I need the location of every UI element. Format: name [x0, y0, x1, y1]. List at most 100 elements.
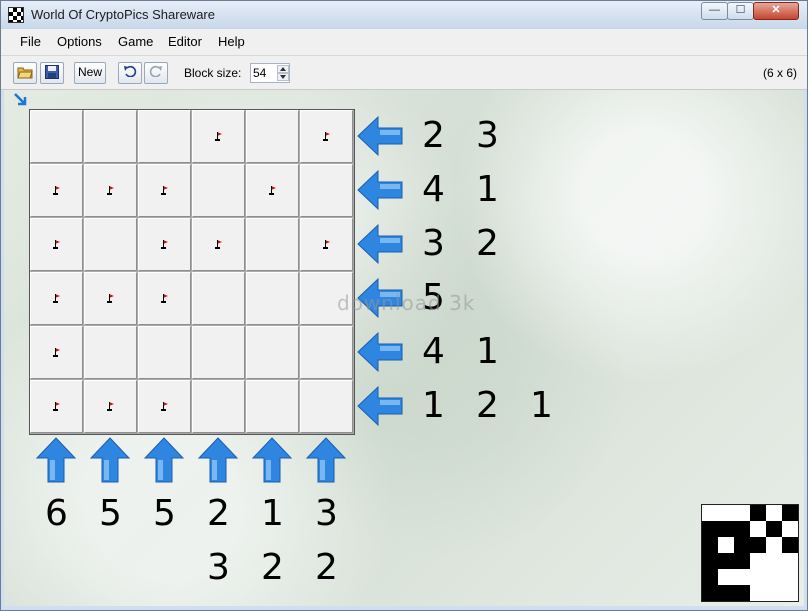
- board-cell[interactable]: [138, 110, 191, 163]
- row-clue: 2: [476, 385, 499, 426]
- save-button[interactable]: [40, 62, 64, 84]
- board-cell[interactable]: [30, 272, 83, 325]
- preview-pixel: [782, 537, 798, 553]
- block-size-stepper[interactable]: [250, 63, 290, 83]
- board-cell[interactable]: [30, 218, 83, 271]
- board-cell[interactable]: [300, 380, 353, 433]
- row-clue: 4: [422, 169, 445, 210]
- flag-icon: [161, 240, 168, 249]
- undo-button[interactable]: [118, 62, 142, 84]
- flag-icon: [161, 402, 168, 411]
- board-cell[interactable]: [138, 218, 191, 271]
- preview-pixel: [718, 553, 734, 569]
- menu-options[interactable]: Options: [57, 34, 102, 49]
- preview-pixel: [718, 521, 734, 537]
- preview-pixel: [766, 521, 782, 537]
- flag-icon: [161, 294, 168, 303]
- row-clue: 1: [476, 331, 499, 372]
- preview-pixel: [718, 585, 734, 601]
- board-cell[interactable]: [192, 272, 245, 325]
- board-cell[interactable]: [300, 164, 353, 217]
- board-cell[interactable]: [30, 110, 83, 163]
- board-cell[interactable]: [246, 110, 299, 163]
- board-cell[interactable]: [192, 110, 245, 163]
- board-cell[interactable]: [246, 164, 299, 217]
- flag-icon: [53, 348, 60, 357]
- spin-up-button[interactable]: [277, 65, 289, 73]
- preview-pixel: [782, 553, 798, 569]
- preview-pixel: [766, 537, 782, 553]
- spin-down-button[interactable]: [277, 73, 289, 81]
- play-area: 234132541121 655231232 download 3k: [4, 90, 804, 606]
- board-cell[interactable]: [192, 326, 245, 379]
- board-cell[interactable]: [30, 380, 83, 433]
- board-cell[interactable]: [192, 218, 245, 271]
- minimize-button[interactable]: —: [701, 2, 728, 20]
- column-arrow-icon: [35, 437, 77, 483]
- watermark: download 3k: [337, 291, 476, 315]
- redo-button[interactable]: [144, 62, 168, 84]
- board-cell[interactable]: [84, 218, 137, 271]
- open-button[interactable]: [13, 62, 37, 84]
- app-icon: [8, 7, 24, 23]
- flag-icon: [53, 186, 60, 195]
- row-clue: 1: [476, 169, 499, 210]
- preview-pixel: [750, 569, 766, 585]
- floppy-disk-icon: [45, 65, 59, 79]
- column-clue: 1: [261, 493, 284, 534]
- row-clue: 1: [530, 385, 553, 426]
- board-cell[interactable]: [300, 218, 353, 271]
- preview-pixel: [766, 505, 782, 521]
- board-cell[interactable]: [138, 272, 191, 325]
- board-cell[interactable]: [300, 110, 353, 163]
- board-cell[interactable]: [246, 272, 299, 325]
- corner-arrow-icon[interactable]: [14, 93, 28, 107]
- menu-editor[interactable]: Editor: [168, 34, 202, 49]
- flag-icon: [53, 402, 60, 411]
- menu-game[interactable]: Game: [118, 34, 153, 49]
- close-button[interactable]: ✕: [753, 2, 799, 20]
- column-clue: 5: [153, 493, 176, 534]
- solution-preview: [701, 504, 799, 602]
- board-cell[interactable]: [246, 218, 299, 271]
- menu-file[interactable]: File: [20, 34, 41, 49]
- preview-pixel: [782, 505, 798, 521]
- board-cell[interactable]: [192, 380, 245, 433]
- board-cell[interactable]: [138, 164, 191, 217]
- board-cell[interactable]: [246, 380, 299, 433]
- title-bar[interactable]: World Of CryptoPics Shareware — ☐ ✕: [1, 1, 807, 29]
- board-cell[interactable]: [192, 164, 245, 217]
- menu-help[interactable]: Help: [218, 34, 245, 49]
- column-arrow-icon: [143, 437, 185, 483]
- board-cell[interactable]: [84, 110, 137, 163]
- row-arrow-icon: [357, 385, 403, 427]
- board-cell[interactable]: [30, 164, 83, 217]
- preview-pixel: [734, 521, 750, 537]
- board-cell[interactable]: [84, 164, 137, 217]
- board-cell[interactable]: [30, 326, 83, 379]
- column-arrow-icon: [89, 437, 131, 483]
- undo-icon: [124, 65, 137, 78]
- column-clue: 5: [99, 493, 122, 534]
- row-arrow-icon: [357, 115, 403, 157]
- row-clue: 3: [476, 115, 499, 156]
- flag-icon: [323, 132, 330, 141]
- column-clue: 3: [207, 547, 230, 588]
- board-cell[interactable]: [300, 326, 353, 379]
- board-cell[interactable]: [84, 326, 137, 379]
- maximize-button[interactable]: ☐: [727, 2, 754, 20]
- board-cell[interactable]: [84, 272, 137, 325]
- board-cell[interactable]: [138, 380, 191, 433]
- row-clue: 2: [422, 115, 445, 156]
- block-size-input[interactable]: [253, 66, 275, 80]
- preview-pixel: [734, 537, 750, 553]
- board-cell[interactable]: [84, 380, 137, 433]
- redo-icon: [149, 65, 162, 78]
- preview-pixel: [750, 505, 766, 521]
- board-cell[interactable]: [138, 326, 191, 379]
- new-button[interactable]: New: [74, 62, 106, 84]
- grid-size-readout: (6 x 6): [763, 66, 798, 80]
- board-cell[interactable]: [246, 326, 299, 379]
- flag-icon: [53, 294, 60, 303]
- app-window: World Of CryptoPics Shareware — ☐ ✕ File…: [0, 0, 808, 611]
